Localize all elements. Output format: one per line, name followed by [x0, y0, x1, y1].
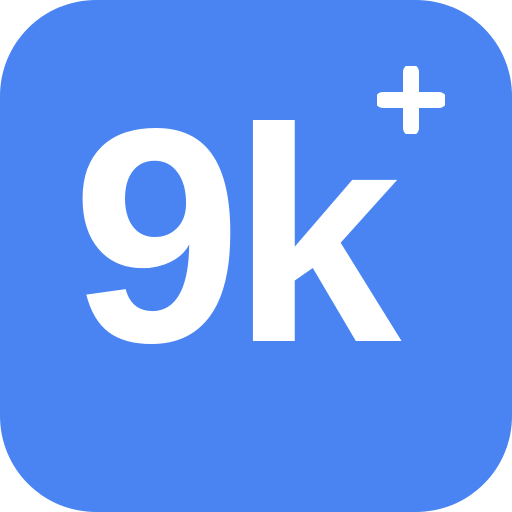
plus-icon [377, 66, 445, 134]
app-icon[interactable]: 9k [0, 0, 512, 512]
app-icon-label: 9k [72, 65, 401, 406]
